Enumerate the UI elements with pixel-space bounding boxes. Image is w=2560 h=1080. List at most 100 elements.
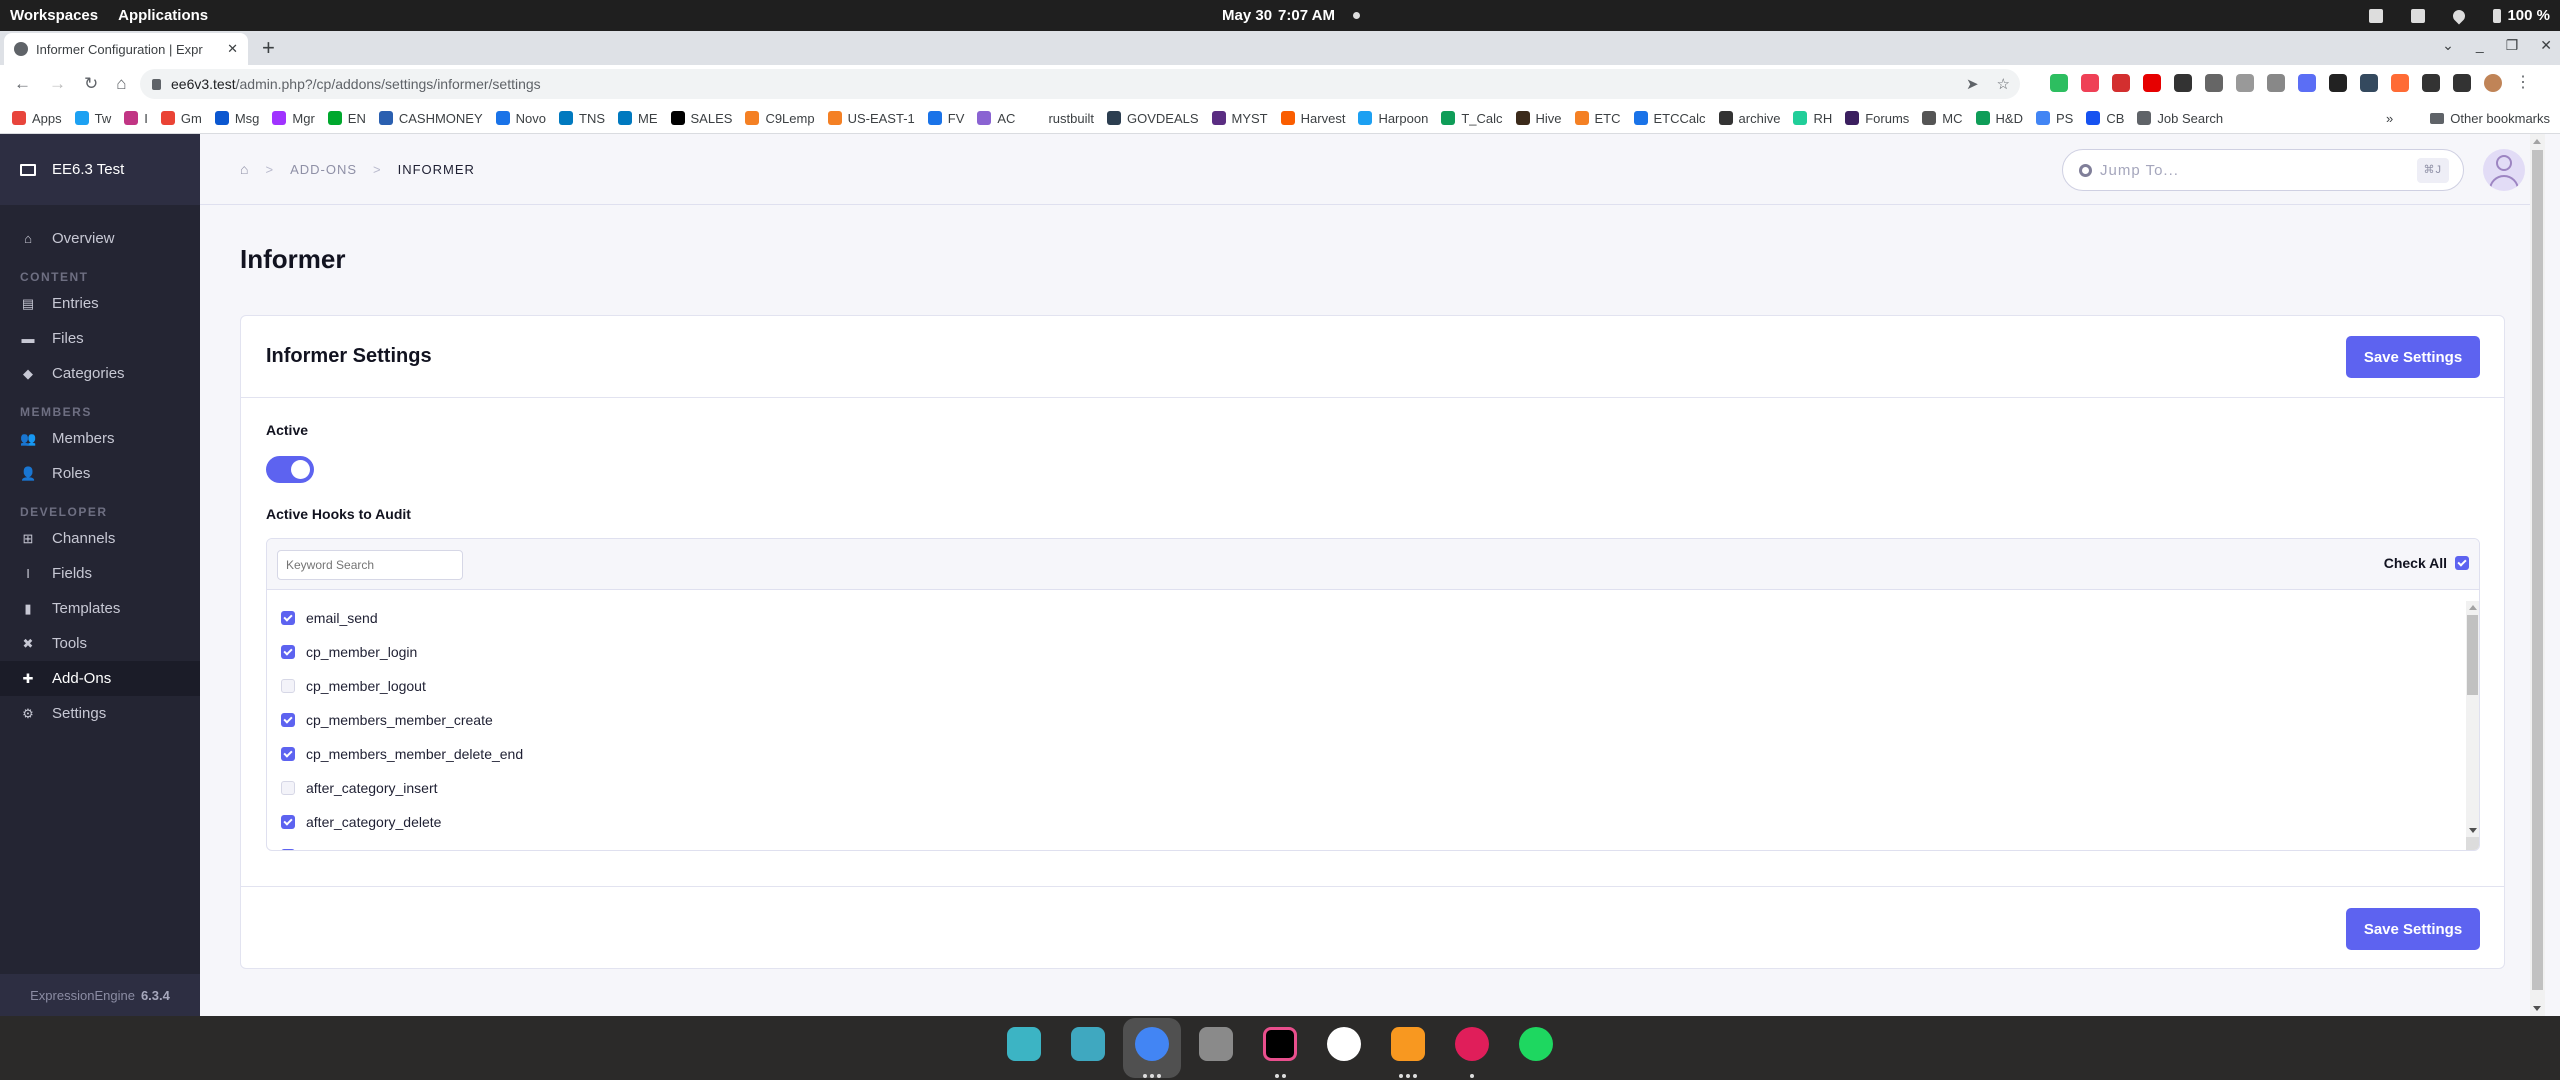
sidebar-item-templates[interactable]: ▮ Templates (0, 591, 200, 626)
chrome-menu-icon[interactable]: ⋮ (2515, 74, 2531, 92)
sidebar-item-add-ons[interactable]: ✚ Add-Ons (0, 661, 200, 696)
clock[interactable]: May 30 7:07 AM (1222, 0, 1361, 31)
scroll-thumb[interactable] (2532, 150, 2543, 990)
extension-icon[interactable] (2205, 74, 2223, 92)
sidebar-item-members[interactable]: 👥 Members (0, 421, 200, 456)
minimize-icon[interactable]: _ (2476, 37, 2484, 54)
slack-icon[interactable] (1455, 1027, 1489, 1061)
maximize-icon[interactable]: ❐ (2506, 37, 2519, 54)
bookmark-gm[interactable]: Gm (160, 111, 202, 126)
scroll-down-icon[interactable] (2469, 828, 2477, 833)
breadcrumb-addons[interactable]: ADD-ONS (290, 162, 357, 177)
tab-search-icon[interactable]: ⌄ (2442, 37, 2454, 54)
bookmark-tw[interactable]: Tw (74, 111, 111, 126)
extension-icon[interactable] (2422, 74, 2440, 92)
home-icon[interactable]: ⌂ (116, 74, 126, 94)
terminal-icon[interactable] (1263, 1027, 1297, 1061)
more-bookmarks-button[interactable]: » (2386, 111, 2393, 126)
extension-icon[interactable] (2081, 74, 2099, 92)
save-settings-button-bottom[interactable]: Save Settings (2346, 908, 2480, 950)
bookmark-etccalc[interactable]: ETCCalc (1633, 111, 1706, 126)
bookmark-job-search[interactable]: Job Search (2137, 111, 2223, 126)
sidebar-item-categories[interactable]: ◆ Categories (0, 356, 200, 391)
bookmark-star-icon[interactable]: ☆ (1997, 75, 2010, 93)
hook-checkbox[interactable] (281, 849, 295, 850)
bookmark-archive[interactable]: archive (1718, 111, 1780, 126)
bookmark-i[interactable]: I (124, 111, 148, 126)
bookmark-ps[interactable]: PS (2035, 111, 2073, 126)
search-app-icon[interactable] (1007, 1027, 1041, 1061)
workspaces-menu[interactable]: Workspaces (10, 7, 98, 24)
resize-grip-icon[interactable] (2466, 837, 2479, 850)
hook-checkbox[interactable] (281, 611, 295, 625)
hook-row[interactable]: after_category_insert (267, 771, 2467, 805)
extension-icon[interactable] (2453, 74, 2471, 92)
scroll-up-icon[interactable] (2533, 139, 2541, 144)
extension-icon[interactable] (2236, 74, 2254, 92)
bookmark-myst[interactable]: MYST (1211, 111, 1268, 126)
bookmark-us-east-1[interactable]: US-EAST-1 (827, 111, 915, 126)
sidebar-item-fields[interactable]: I Fields (0, 556, 200, 591)
profile-avatar-icon[interactable] (2484, 74, 2502, 92)
sidebar-item-roles[interactable]: 👤 Roles (0, 456, 200, 491)
extension-icon[interactable] (2112, 74, 2130, 92)
applications-menu[interactable]: Applications (118, 7, 208, 24)
site-switcher[interactable]: EE6.3 Test (0, 134, 200, 205)
bookmark-cashmoney[interactable]: CASHMONEY (378, 111, 483, 126)
bookmark-rh[interactable]: RH (1793, 111, 1832, 126)
check-all-checkbox[interactable] (2455, 556, 2469, 570)
page-scrollbar[interactable] (2530, 134, 2545, 1016)
hooks-scrollbar[interactable] (2466, 601, 2479, 850)
hook-row[interactable]: after_category_delete (267, 805, 2467, 839)
sidebar-item-tools[interactable]: ✖ Tools (0, 626, 200, 661)
bookmark-cb[interactable]: CB (2086, 111, 2124, 126)
bookmark-me[interactable]: ME (618, 111, 658, 126)
extension-icon[interactable] (2143, 74, 2161, 92)
battery-indicator[interactable]: 100 % (2493, 7, 2550, 24)
check-all[interactable]: Check All (2384, 555, 2469, 571)
bookmark-ac[interactable]: AC (977, 111, 1015, 126)
scroll-thumb[interactable] (2467, 615, 2478, 695)
extension-icon[interactable] (2391, 74, 2409, 92)
hook-checkbox[interactable] (281, 679, 295, 693)
extension-icon[interactable] (2360, 74, 2378, 92)
workspace-app-icon[interactable] (1071, 1027, 1105, 1061)
display-icon[interactable] (2369, 8, 2384, 23)
sidebar-item-overview[interactable]: ⌂ Overview (0, 221, 200, 256)
hook-checkbox[interactable] (281, 747, 295, 761)
new-tab-button[interactable]: + (262, 35, 275, 61)
bookmark-harvest[interactable]: Harvest (1280, 111, 1345, 126)
send-icon[interactable]: ➤ (1966, 75, 1979, 93)
files-icon[interactable] (1199, 1027, 1233, 1061)
hook-row[interactable]: cp_member_login (267, 635, 2467, 669)
spotify-icon[interactable] (1519, 1027, 1553, 1061)
jump-to-search[interactable]: Jump To... ⌘J (2062, 149, 2464, 191)
bookmark-hive[interactable]: Hive (1515, 111, 1562, 126)
bookmark-novo[interactable]: Novo (495, 111, 546, 126)
extension-icon[interactable] (2174, 74, 2192, 92)
extension-icon[interactable] (2267, 74, 2285, 92)
back-icon[interactable]: ← (14, 74, 31, 94)
hook-row[interactable]: cp_members_member_delete_end (267, 737, 2467, 771)
dbeaver-icon[interactable] (1327, 1027, 1361, 1061)
extension-icon[interactable] (2050, 74, 2068, 92)
bookmark-sales[interactable]: SALES (670, 111, 732, 126)
hook-checkbox[interactable] (281, 713, 295, 727)
reload-icon[interactable]: ↻ (84, 74, 98, 94)
home-icon[interactable]: ⌂ (240, 161, 249, 177)
window-close-icon[interactable]: ✕ (2540, 37, 2552, 54)
hook-row[interactable]: cp_member_logout (267, 669, 2467, 703)
bookmark-forums[interactable]: Forums (1845, 111, 1909, 126)
sidebar-item-channels[interactable]: ⊞ Channels (0, 521, 200, 556)
bookmark-mc[interactable]: MC (1922, 111, 1963, 126)
scroll-down-icon[interactable] (2533, 1006, 2541, 1011)
sidebar-item-files[interactable]: ▬ Files (0, 321, 200, 356)
browser-tab[interactable]: Informer Configuration | Expr ✕ (4, 33, 248, 65)
address-bar[interactable]: ee6v3.test/admin.php?/cp/addons/settings… (140, 69, 2020, 99)
bookmark-t-calc[interactable]: T_Calc (1441, 111, 1503, 126)
bookmark-harpoon[interactable]: Harpoon (1358, 111, 1428, 126)
extension-icon[interactable] (2298, 74, 2316, 92)
bookmark-govdeals[interactable]: GOVDEALS (1106, 111, 1199, 126)
bookmark-msg[interactable]: Msg (214, 111, 259, 126)
hook-row[interactable]: after_category_bulk_delete (267, 839, 2467, 850)
